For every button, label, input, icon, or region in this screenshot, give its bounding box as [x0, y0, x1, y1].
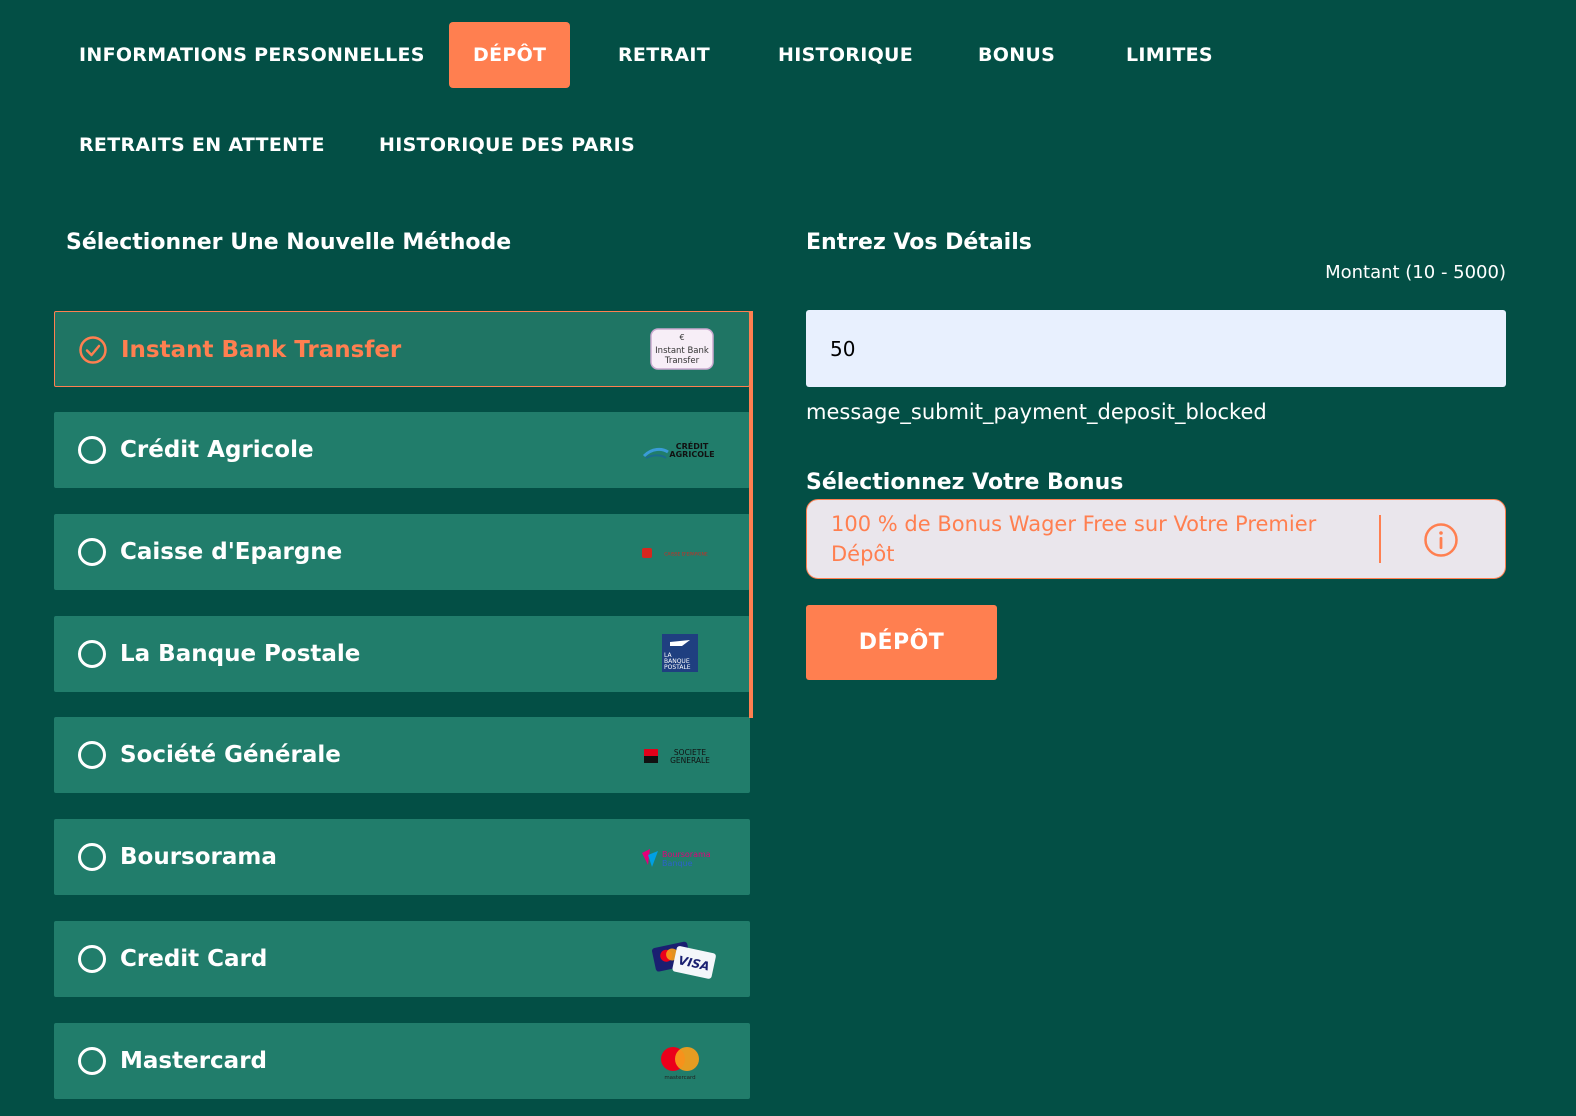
tab-historique[interactable]: HISTORIQUE: [754, 22, 937, 88]
boursorama-logo: Boursorama Banque: [642, 849, 711, 868]
svg-text:CAISSE D'EPARGNE: CAISSE D'EPARGNE: [664, 552, 708, 558]
radio-circle-icon: [78, 436, 106, 464]
method-label: Société Générale: [120, 742, 341, 768]
mastercard-logo: mastercard: [661, 1047, 699, 1081]
method-label: Crédit Agricole: [120, 437, 314, 463]
method-label: Instant Bank Transfer: [121, 337, 402, 363]
method-label: Mastercard: [120, 1048, 267, 1074]
method-label: Boursorama: [120, 844, 277, 870]
method-label: Caisse d'Epargne: [120, 539, 343, 565]
svg-text:GENERALE: GENERALE: [670, 756, 710, 765]
method-boursorama[interactable]: Boursorama Boursorama Banque: [54, 819, 750, 895]
tab-limites[interactable]: LIMITES: [1102, 22, 1237, 88]
radio-circle-icon: [78, 945, 106, 973]
bonus-selected-value: 100 % de Bonus Wager Free sur Votre Prem…: [831, 512, 1317, 566]
method-credit-card[interactable]: Credit Card VISA: [54, 921, 750, 997]
svg-text:mastercard: mastercard: [664, 1075, 695, 1081]
tab-historique-des-paris[interactable]: HISTORIQUE DES PARIS: [355, 112, 659, 178]
method-la-banque-postale[interactable]: La Banque Postale LA BANQUE POSTALE: [54, 616, 750, 692]
svg-text:AGRICOLE: AGRICOLE: [669, 450, 714, 459]
method-mastercard[interactable]: Mastercard mastercard: [54, 1023, 750, 1099]
details-title: Entrez Vos Détails: [806, 230, 1032, 255]
method-credit-agricole[interactable]: Crédit Agricole CRÉDIT AGRICOLE: [54, 412, 750, 488]
svg-text:Banque: Banque: [662, 859, 693, 868]
credit-agricole-logo: CRÉDIT AGRICOLE: [642, 440, 715, 459]
methods-title: Sélectionner Une Nouvelle Méthode: [66, 230, 512, 255]
amount-label: Montant (10 - 5000): [1325, 262, 1506, 283]
info-icon[interactable]: [1422, 521, 1460, 559]
radio-circle-icon: [78, 640, 106, 668]
svg-text:Instant Bank: Instant Bank: [655, 346, 709, 356]
method-instant-bank-transfer[interactable]: Instant Bank Transfer € Instant Bank Tra…: [54, 311, 750, 387]
radio-circle-icon: [78, 843, 106, 871]
deposit-blocked-message: message_submit_payment_deposit_blocked: [806, 400, 1267, 424]
deposit-button[interactable]: DÉPÔT: [806, 605, 997, 680]
radio-circle-icon: [78, 1047, 106, 1075]
bonus-select[interactable]: 100 % de Bonus Wager Free sur Votre Prem…: [806, 499, 1506, 579]
credit-card-logo: VISA: [651, 941, 716, 979]
svg-text:Transfer: Transfer: [664, 356, 700, 366]
instant-bank-transfer-logo: € Instant Bank Transfer: [650, 328, 714, 370]
bonus-title: Sélectionnez Votre Bonus: [806, 470, 1124, 495]
caisse-epargne-logo: CAISSE D'EPARGNE: [642, 548, 708, 558]
tab-depot[interactable]: DÉPÔT: [449, 22, 571, 88]
bonus-divider: [1379, 515, 1381, 563]
radio-circle-icon: [78, 741, 106, 769]
tab-retraits-en-attente[interactable]: RETRAITS EN ATTENTE: [55, 112, 349, 178]
la-banque-postale-logo: LA BANQUE POSTALE: [662, 634, 698, 672]
methods-scrollbar[interactable]: [749, 311, 753, 718]
method-societe-generale[interactable]: Société Générale SOCIETE GENERALE: [54, 717, 750, 793]
check-circle-icon: [79, 336, 107, 364]
svg-text:POSTALE: POSTALE: [664, 664, 691, 671]
tab-retrait[interactable]: RETRAIT: [594, 22, 734, 88]
amount-input[interactable]: [806, 310, 1506, 387]
svg-text:Boursorama: Boursorama: [662, 850, 711, 859]
method-label: La Banque Postale: [120, 641, 361, 667]
tab-bonus[interactable]: BONUS: [954, 22, 1079, 88]
method-label: Credit Card: [120, 946, 268, 972]
radio-circle-icon: [78, 538, 106, 566]
societe-generale-logo: SOCIETE GENERALE: [644, 748, 710, 765]
tab-informations-personnelles[interactable]: INFORMATIONS PERSONNELLES: [55, 22, 449, 88]
svg-text:€: €: [679, 333, 684, 342]
method-caisse-epargne[interactable]: Caisse d'Epargne CAISSE D'EPARGNE: [54, 514, 750, 590]
